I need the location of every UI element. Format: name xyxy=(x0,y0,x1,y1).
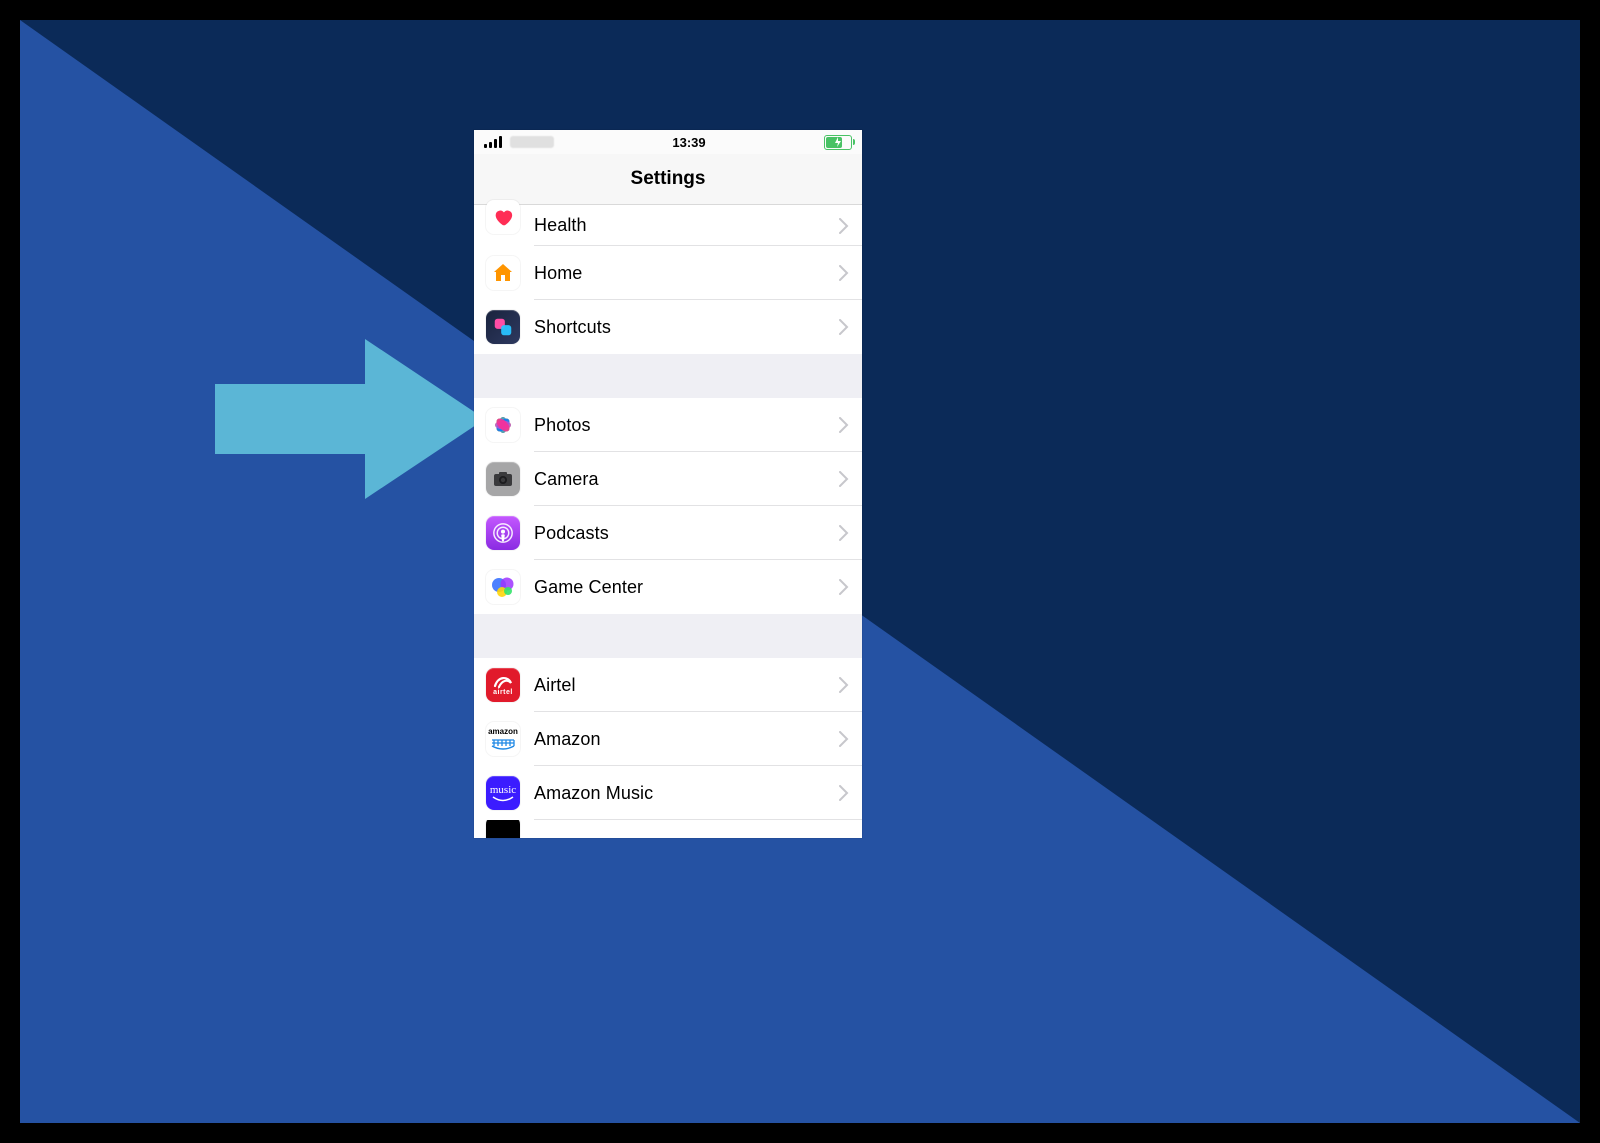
home-icon xyxy=(486,256,520,290)
pointer-arrow-icon xyxy=(215,339,485,499)
chevron-right-icon xyxy=(832,579,856,595)
camera-icon xyxy=(486,462,520,496)
row-label: Amazon Music xyxy=(534,783,832,804)
cellular-signal-icon xyxy=(484,136,504,148)
chevron-right-icon xyxy=(832,525,856,541)
settings-row-next[interactable] xyxy=(474,820,862,838)
settings-row-camera[interactable]: Camera xyxy=(474,452,862,506)
shortcuts-icon xyxy=(486,310,520,344)
amazon-icon: amazon xyxy=(486,722,520,756)
amazon-music-icon: music xyxy=(486,776,520,810)
settings-row-home[interactable]: Home xyxy=(474,246,862,300)
row-label: Shortcuts xyxy=(534,317,832,338)
row-label: Airtel xyxy=(534,675,832,696)
settings-group: Photos Camera xyxy=(474,398,862,614)
row-label: Game Center xyxy=(534,577,832,598)
battery-charging-icon xyxy=(824,135,852,150)
nav-bar: Settings xyxy=(474,154,862,205)
settings-row-podcasts[interactable]: Podcasts xyxy=(474,506,862,560)
settings-row-health[interactable]: Health xyxy=(474,205,862,246)
app-icon xyxy=(486,820,520,838)
airtel-icon: airtel xyxy=(486,668,520,702)
gamecenter-icon xyxy=(486,570,520,604)
page-title: Settings xyxy=(631,168,706,190)
row-label: Podcasts xyxy=(534,523,832,544)
chevron-right-icon xyxy=(832,417,856,433)
settings-group: Health Home xyxy=(474,205,862,354)
chevron-right-icon xyxy=(832,319,856,335)
settings-list: Health Home xyxy=(474,205,862,838)
row-label: Photos xyxy=(534,415,832,436)
health-icon xyxy=(486,200,520,234)
chevron-right-icon xyxy=(832,677,856,693)
chevron-right-icon xyxy=(832,265,856,281)
row-label: Health xyxy=(534,215,832,236)
chevron-right-icon xyxy=(832,218,856,234)
status-bar: 13:39 xyxy=(474,130,862,154)
row-label: Amazon xyxy=(534,729,832,750)
status-time: 13:39 xyxy=(672,135,705,150)
podcasts-icon xyxy=(486,516,520,550)
settings-group: airtel Airtel amazon xyxy=(474,658,862,838)
iphone-screenshot: 13:39 Settings Health xyxy=(474,130,862,838)
settings-row-amazonmusic[interactable]: music Amazon Music xyxy=(474,766,862,820)
group-spacer xyxy=(474,614,862,658)
chevron-right-icon xyxy=(832,785,856,801)
photos-icon xyxy=(486,408,520,442)
chevron-right-icon xyxy=(832,471,856,487)
illustration-stage: 13:39 Settings Health xyxy=(20,20,1580,1123)
settings-row-shortcuts[interactable]: Shortcuts xyxy=(474,300,862,354)
chevron-right-icon xyxy=(832,731,856,747)
row-label: Camera xyxy=(534,469,832,490)
settings-row-airtel[interactable]: airtel Airtel xyxy=(474,658,862,712)
group-spacer xyxy=(474,354,862,398)
settings-row-photos[interactable]: Photos xyxy=(474,398,862,452)
settings-row-amazon[interactable]: amazon Amazon xyxy=(474,712,862,766)
settings-row-gamecenter[interactable]: Game Center xyxy=(474,560,862,614)
row-label: Home xyxy=(534,263,832,284)
carrier-blurred xyxy=(510,136,554,148)
